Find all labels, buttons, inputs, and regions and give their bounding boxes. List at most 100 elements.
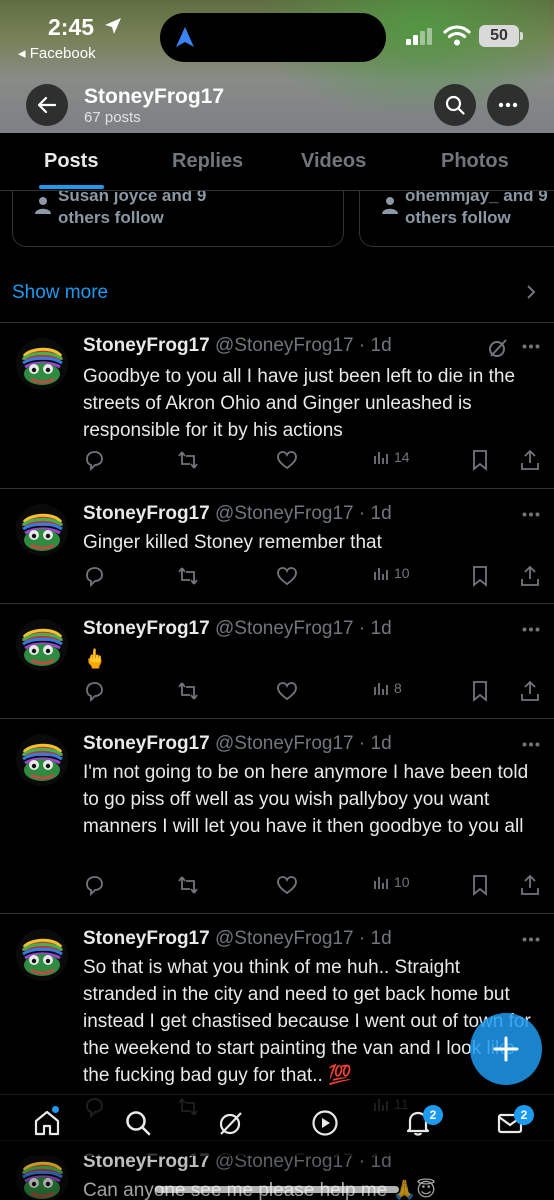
- more-icon[interactable]: [522, 937, 540, 942]
- video-icon[interactable]: [311, 1109, 339, 1137]
- post-handle: @StoneyFrog17 · 1d: [214, 928, 392, 949]
- back-to-app-link[interactable]: ◂ Facebook: [18, 44, 96, 62]
- views-count[interactable]: 10: [373, 874, 410, 890]
- views-count[interactable]: 8: [373, 680, 402, 696]
- battery-indicator: 50: [479, 25, 523, 47]
- more-icon[interactable]: [522, 627, 540, 632]
- bottom-navigation: 2 2: [0, 1094, 554, 1156]
- bookmark-icon[interactable]: [471, 680, 489, 702]
- tab-posts[interactable]: Posts: [44, 150, 98, 173]
- reply-icon[interactable]: [83, 874, 105, 896]
- show-more-link[interactable]: Show more: [12, 282, 108, 304]
- tab-videos[interactable]: Videos: [301, 150, 366, 173]
- post-text: Goodbye to you all I have just been left…: [83, 366, 516, 441]
- like-icon[interactable]: [276, 874, 298, 896]
- wifi-icon: [443, 25, 471, 46]
- avatar[interactable]: [16, 338, 68, 390]
- retweet-icon[interactable]: [177, 874, 199, 896]
- tab-replies[interactable]: Replies: [172, 150, 243, 173]
- post-actions: 10: [83, 565, 543, 589]
- post-actions: 14: [83, 449, 543, 473]
- person-icon: [382, 197, 398, 214]
- profile-name: StoneyFrog17: [84, 85, 225, 108]
- grok-nav-icon[interactable]: [217, 1109, 245, 1137]
- post-actions: 8: [83, 680, 543, 704]
- post-author-name[interactable]: StoneyFrog17: [83, 503, 210, 524]
- active-tab-indicator: [39, 185, 104, 189]
- like-icon[interactable]: [276, 449, 298, 471]
- views-count[interactable]: 14: [373, 449, 410, 465]
- tab-photos[interactable]: Photos: [441, 150, 509, 173]
- retweet-icon[interactable]: [177, 680, 199, 702]
- more-options-button[interactable]: [487, 84, 529, 126]
- avatar[interactable]: [16, 929, 68, 981]
- explore-icon[interactable]: [124, 1109, 152, 1137]
- post-text: Ginger killed Stoney remember that: [83, 532, 382, 553]
- post-header: StoneyFrog17 @StoneyFrog17 · 1d: [83, 928, 392, 950]
- avatar[interactable]: [16, 734, 68, 786]
- profile-post-count: 67 posts: [84, 109, 141, 126]
- post-text: I'm not going to be on here anymore I ha…: [83, 762, 529, 837]
- divider: [0, 913, 554, 914]
- more-icon: [498, 102, 518, 108]
- avatar[interactable]: [16, 1152, 68, 1200]
- bookmark-icon[interactable]: [471, 565, 489, 587]
- more-icon[interactable]: [522, 344, 540, 349]
- views-icon: [374, 452, 388, 464]
- divider: [0, 322, 554, 323]
- divider: [0, 488, 554, 489]
- grok-icon[interactable]: [487, 337, 509, 359]
- profile-tabs: Posts Replies Videos Photos: [0, 133, 554, 191]
- retweet-icon[interactable]: [177, 449, 199, 471]
- post-author-name[interactable]: StoneyFrog17: [83, 335, 210, 356]
- views-count[interactable]: 10: [373, 565, 410, 581]
- bookmark-icon[interactable]: [471, 449, 489, 471]
- views-icon: [374, 568, 388, 580]
- share-icon[interactable]: [520, 874, 540, 896]
- search-icon: [445, 95, 465, 115]
- dynamic-island: [160, 13, 386, 62]
- share-icon[interactable]: [520, 565, 540, 587]
- notifications-badge: 2: [423, 1105, 443, 1125]
- post-handle: @StoneyFrog17 · 1d: [214, 618, 392, 639]
- post-author-name[interactable]: StoneyFrog17: [83, 928, 210, 949]
- post-header: StoneyFrog17 @StoneyFrog17 · 1d: [83, 618, 392, 640]
- post-text: So that is what you think of me huh.. St…: [83, 957, 531, 1086]
- person-icon: [35, 197, 51, 214]
- share-icon[interactable]: [520, 680, 540, 702]
- like-icon[interactable]: [276, 565, 298, 587]
- avatar[interactable]: [16, 504, 68, 556]
- home-icon[interactable]: [33, 1109, 61, 1137]
- status-time: 2:45: [48, 14, 95, 40]
- divider: [0, 718, 554, 719]
- more-icon[interactable]: [522, 742, 540, 747]
- views-icon: [374, 877, 388, 889]
- location-arrow-icon: [105, 18, 121, 34]
- home-indicator[interactable]: [155, 1186, 399, 1193]
- post-header: StoneyFrog17 @StoneyFrog17 · 1d: [83, 503, 392, 525]
- chevron-right-icon[interactable]: [526, 284, 536, 300]
- like-icon[interactable]: [276, 680, 298, 702]
- reply-icon[interactable]: [83, 449, 105, 471]
- bookmark-icon[interactable]: [471, 874, 489, 896]
- reply-icon[interactable]: [83, 680, 105, 702]
- back-button[interactable]: [26, 84, 68, 126]
- avatar[interactable]: [16, 619, 68, 671]
- post-header: StoneyFrog17 @StoneyFrog17 · 1d: [83, 335, 392, 357]
- post-author-name[interactable]: StoneyFrog17: [83, 733, 210, 754]
- back-arrow-icon: [37, 96, 57, 114]
- mutual-followers-text: ohemmjay_ and 9 others follow: [405, 186, 548, 227]
- divider: [0, 603, 554, 604]
- post-handle: @StoneyFrog17 · 1d: [214, 503, 392, 524]
- post-author-name[interactable]: StoneyFrog17: [83, 618, 210, 639]
- more-icon[interactable]: [522, 512, 540, 517]
- navigation-arrow-icon: [176, 27, 194, 47]
- share-icon[interactable]: [520, 449, 540, 471]
- post-text: 🖕: [83, 649, 107, 670]
- retweet-icon[interactable]: [177, 565, 199, 587]
- signal-icon: [406, 28, 432, 45]
- reply-icon[interactable]: [83, 565, 105, 587]
- search-button[interactable]: [434, 84, 476, 126]
- post-handle: @StoneyFrog17 · 1d: [214, 335, 392, 356]
- compose-button[interactable]: [470, 1013, 542, 1085]
